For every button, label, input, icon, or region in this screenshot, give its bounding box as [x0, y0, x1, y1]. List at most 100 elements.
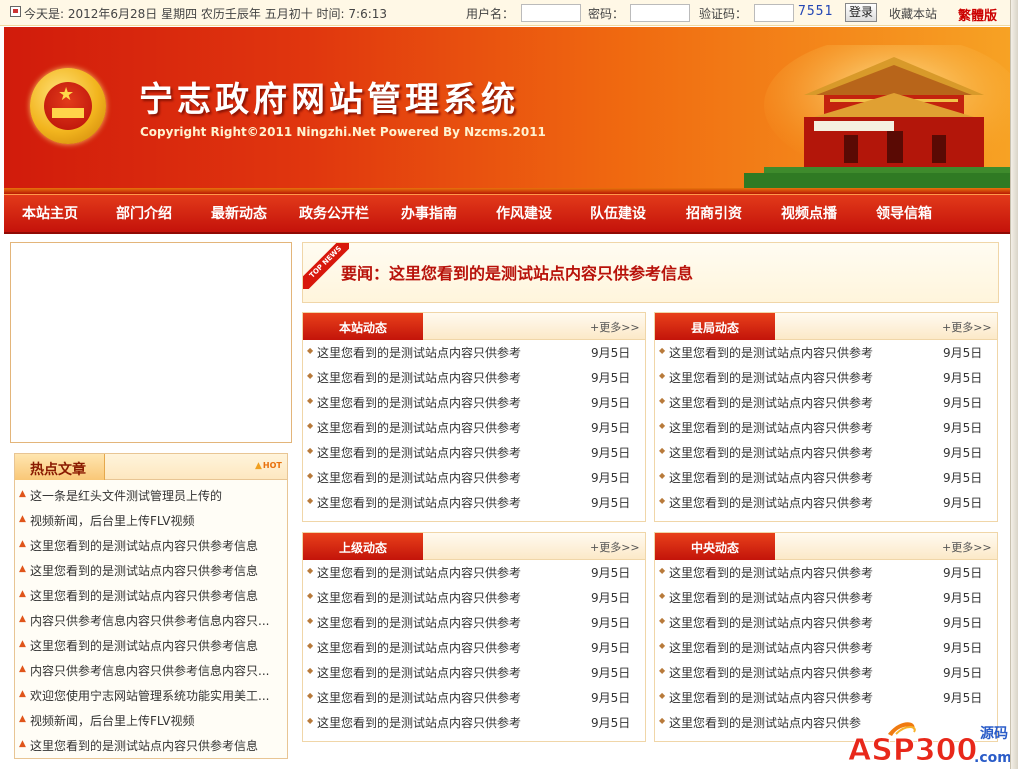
password-input[interactable]: [630, 4, 690, 22]
section-header: 上级动态 +更多>>: [303, 533, 645, 560]
list-item[interactable]: ▲ 这一条是红头文件测试管理员上传的: [15, 483, 287, 508]
section-superior-news: 上级动态 +更多>> ◆ 这里您看到的是测试站点内容只供参考 9月5日 ◆ 这里您看到…: [302, 532, 646, 742]
list-item[interactable]: ▲ 这里您看到的是测试站点内容只供参考信息: [15, 733, 287, 758]
section-header: 中央动态 +更多>>: [655, 533, 997, 560]
date-text: 今天是: 2012年6月28日 星期四 农历壬辰年 五月初十 时间: 7:6:1…: [24, 7, 388, 21]
hot-articles-panel: 热点文章 HOT ▲这一条是红头文件测试管理员上传的 ▲视频新闻，后台里上传FL…: [14, 453, 288, 759]
section-title: 本站动态: [338, 321, 387, 335]
arrow-icon: ▲: [19, 564, 26, 574]
site-title: 宁志政府网站管理系统: [139, 80, 519, 120]
login-button[interactable]: 登录: [845, 3, 877, 22]
list-item[interactable]: ◆ 这里您看到的是测试站点内容只供参考 9月5日: [655, 685, 997, 710]
nav-item-latest-news[interactable]: 最新动态: [211, 195, 267, 233]
list-item[interactable]: ◆ 这里您看到的是测试站点内容只供参考 9月5日: [303, 415, 645, 440]
list-item[interactable]: ◆ 这里您看到的是测试站点内容只供参考 9月5日: [655, 415, 997, 440]
nav-item-investment[interactable]: 招商引资: [686, 195, 742, 233]
section-site-news: 本站动态 +更多>> ◆ 这里您看到的是测试站点内容只供参考 9月5日 ◆ 这里您看到…: [302, 312, 646, 522]
list-item[interactable]: ◆ 这里您看到的是测试站点内容只供参考 9月5日: [303, 585, 645, 610]
list-item[interactable]: ▲ 视频新闻，后台里上传FLV视频: [15, 708, 287, 733]
list-item[interactable]: ◆ 这里您看到的是测试站点内容只供参考 9月5日: [655, 610, 997, 635]
arrow-icon: ▲: [19, 714, 26, 724]
list-item[interactable]: ◆ 这里您看到的是测试站点内容只供参考 9月5日: [655, 340, 997, 365]
username-input[interactable]: [521, 4, 581, 22]
list-item[interactable]: ▲ 内容只供参考信息内容只供参考信息内容只...: [15, 658, 287, 683]
section-header: 本站动态 +更多>>: [303, 313, 645, 340]
more-link[interactable]: +更多>>: [590, 539, 640, 555]
list-item[interactable]: ▲ 这里您看到的是测试站点内容只供参考信息: [15, 558, 287, 583]
list-item[interactable]: ▲ 这里您看到的是测试站点内容只供参考信息: [15, 533, 287, 558]
list-item[interactable]: ◆ 这里您看到的是测试站点内容只供参考 9月5日: [303, 560, 645, 585]
traditional-chinese-link[interactable]: 繁體版: [958, 5, 997, 24]
main-nav: 本站主页 部门介绍 最新动态 政务公开栏 办事指南 作风建设 队伍建设 招商引资…: [4, 194, 1010, 234]
list-item[interactable]: ▲ 内容只供参考信息内容只供参考信息内容只...: [15, 608, 287, 633]
calendar-icon: [10, 6, 21, 17]
top-bar: 今天是: 2012年6月28日 星期四 农历壬辰年 五月初十 时间: 7:6:1…: [0, 0, 1018, 26]
hot-articles-header: 热点文章 HOT: [15, 454, 287, 480]
tiananmen-gate-image: [744, 45, 1010, 193]
nav-item-departments[interactable]: 部门介绍: [116, 195, 172, 233]
nav-item-home[interactable]: 本站主页: [22, 195, 78, 233]
nav-item-video[interactable]: 视频点播: [781, 195, 837, 233]
window-scrollbar[interactable]: [1010, 0, 1018, 769]
list-item[interactable]: ◆ 这里您看到的是测试站点内容只供参考 9月5日: [303, 610, 645, 635]
hot-articles-title: 热点文章: [30, 462, 86, 478]
section-title: 上级动态: [338, 541, 387, 555]
list-item[interactable]: ◆ 这里您看到的是测试站点内容只供参考 9月5日: [303, 465, 645, 490]
watermark-brand: ASP300: [848, 733, 977, 768]
arrow-icon: ▲: [19, 489, 26, 499]
list-item[interactable]: ◆ 这里您看到的是测试站点内容只供参考 9月5日: [303, 365, 645, 390]
list-item[interactable]: ◆ 这里您看到的是测试站点内容只供参考 9月5日: [655, 390, 997, 415]
list-item[interactable]: ◆ 这里您看到的是测试站点内容只供参考 9月5日: [303, 685, 645, 710]
username-label: 用户名：: [466, 7, 515, 21]
more-link[interactable]: +更多>>: [590, 319, 640, 335]
headline-link[interactable]: 要闻：这里您看到的是测试站点内容只供参考信息: [341, 260, 693, 284]
list-item[interactable]: ◆ 这里您看到的是测试站点内容只供参考 9月5日: [303, 440, 645, 465]
list-item[interactable]: ◆ 这里您看到的是测试站点内容只供参考 9月5日: [303, 660, 645, 685]
captcha-image[interactable]: 7551: [798, 4, 833, 19]
section-central-news: 中央动态 +更多>> ◆ 这里您看到的是测试站点内容只供参考 9月5日 ◆ 这里您看到…: [654, 532, 998, 742]
arrow-icon: ▲: [19, 514, 26, 524]
list-item[interactable]: ◆ 这里您看到的是测试站点内容只供参考 9月5日: [303, 390, 645, 415]
arrow-icon: ▲: [19, 639, 26, 649]
asp300-watermark-logo: ASP300 源码 .com: [848, 722, 1012, 769]
list-item[interactable]: ◆ 这里您看到的是测试站点内容只供参考 9月5日: [655, 585, 997, 610]
list-item[interactable]: ▲ 欢迎您使用宁志网站管理系统功能实用美工...: [15, 683, 287, 708]
list-item[interactable]: ▲ 这里您看到的是测试站点内容只供参考信息: [15, 633, 287, 658]
watermark-domain: .com: [974, 750, 1012, 766]
list-item[interactable]: ◆ 这里您看到的是测试站点内容只供参考 9月5日: [655, 440, 997, 465]
captcha-input[interactable]: [754, 4, 794, 22]
national-emblem-icon: ★: [30, 68, 106, 144]
hot-badge-icon: HOT: [255, 461, 282, 471]
header-banner: ★ 宁志政府网站管理系统 Copyright Right©2011 Ningzh…: [4, 27, 1010, 194]
arrow-icon: ▲: [19, 689, 26, 699]
list-item[interactable]: ◆ 这里您看到的是测试站点内容只供参考 9月5日: [303, 710, 645, 735]
password-label: 密码：: [588, 7, 625, 21]
list-item[interactable]: ◆ 这里您看到的是测试站点内容只供参考 9月5日: [303, 490, 645, 515]
list-item[interactable]: ◆ 这里您看到的是测试站点内容只供参考 9月5日: [655, 635, 997, 660]
nav-item-service-guide[interactable]: 办事指南: [401, 195, 457, 233]
list-item[interactable]: ◆ 这里您看到的是测试站点内容只供参考 9月5日: [655, 490, 997, 515]
list-item[interactable]: ◆ 这里您看到的是测试站点内容只供参考 9月5日: [655, 660, 997, 685]
arrow-icon: ▲: [19, 739, 26, 749]
list-item[interactable]: ◆ 这里您看到的是测试站点内容只供参考 9月5日: [655, 560, 997, 585]
section-header: 县局动态 +更多>>: [655, 313, 997, 340]
section-county-news: 县局动态 +更多>> ◆ 这里您看到的是测试站点内容只供参考 9月5日 ◆ 这里您看到…: [654, 312, 998, 522]
featured-media-box: [10, 242, 292, 443]
arrow-icon: ▲: [19, 614, 26, 624]
nav-item-team-building[interactable]: 队伍建设: [590, 195, 646, 233]
list-item[interactable]: ◆ 这里您看到的是测试站点内容只供参考 9月5日: [303, 635, 645, 660]
favorite-link[interactable]: 收藏本站: [889, 5, 937, 22]
nav-item-public-affairs[interactable]: 政务公开栏: [299, 195, 369, 233]
nav-item-work-style[interactable]: 作风建设: [496, 195, 552, 233]
list-item[interactable]: ▲ 这里您看到的是测试站点内容只供参考信息: [15, 583, 287, 608]
section-title: 县局动态: [690, 321, 739, 335]
nav-item-leader-mailbox[interactable]: 领导信箱: [876, 195, 932, 233]
captcha-label: 验证码：: [699, 7, 748, 21]
list-item[interactable]: ◆ 这里您看到的是测试站点内容只供参考 9月5日: [655, 465, 997, 490]
more-link[interactable]: +更多>>: [942, 539, 992, 555]
list-item[interactable]: ◆ 这里您看到的是测试站点内容只供参考 9月5日: [655, 365, 997, 390]
list-item[interactable]: ▲ 视频新闻，后台里上传FLV视频: [15, 508, 287, 533]
list-item[interactable]: ◆ 这里您看到的是测试站点内容只供参考 9月5日: [303, 340, 645, 365]
copyright-text: Copyright Right©2011 Ningzhi.Net Powered…: [140, 125, 546, 139]
more-link[interactable]: +更多>>: [942, 319, 992, 335]
